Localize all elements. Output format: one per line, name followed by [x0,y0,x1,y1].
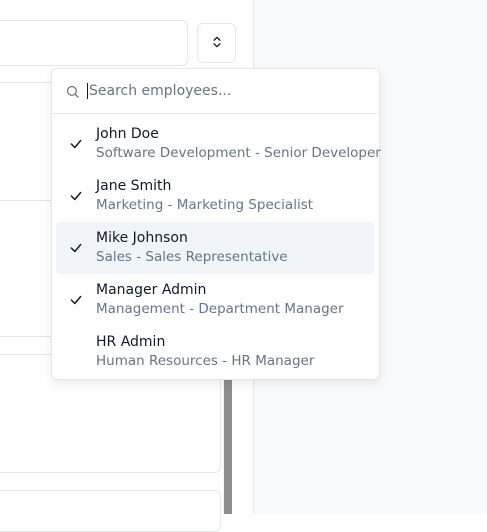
employee-select-field[interactable] [0,20,188,66]
employee-detail: Management - Department Manager [96,301,344,317]
employee-name: Manager Admin [96,282,207,298]
employee-detail: Sales - Sales Representative [96,249,288,265]
check-icon [56,293,96,307]
employee-name: Jane Smith [96,178,172,194]
employee-dropdown: John Doe Software Development - Senior D… [51,68,381,382]
dropdown-toggle-button[interactable] [197,23,236,63]
employee-list: John Doe Software Development - Senior D… [52,114,381,382]
search-icon [64,83,80,99]
check-icon [56,189,96,203]
employee-option[interactable]: Mike Johnson Sales - Sales Representativ… [56,222,375,274]
employee-name: HR Admin [96,334,166,350]
employee-option[interactable]: HR Admin Human Resources - HR Manager [56,326,375,378]
background-card [0,490,221,532]
search-row [52,69,379,114]
employee-detail: Software Development - Senior Developer [96,145,381,161]
check-icon [56,137,96,151]
employee-option[interactable]: Jane Smith Marketing - Marketing Special… [56,170,375,222]
employee-name: Mike Johnson [96,230,188,246]
employee-detail: Human Resources - HR Manager [96,353,315,369]
employee-detail: Marketing - Marketing Specialist [96,197,314,213]
employee-option[interactable]: Manager Admin Management - Department Ma… [56,274,375,326]
employee-option[interactable]: John Doe Software Development - Senior D… [56,118,381,170]
employee-name: John Doe [96,126,159,142]
chevrons-up-down-icon [210,34,224,53]
check-icon [56,241,96,255]
search-input[interactable] [87,83,359,99]
